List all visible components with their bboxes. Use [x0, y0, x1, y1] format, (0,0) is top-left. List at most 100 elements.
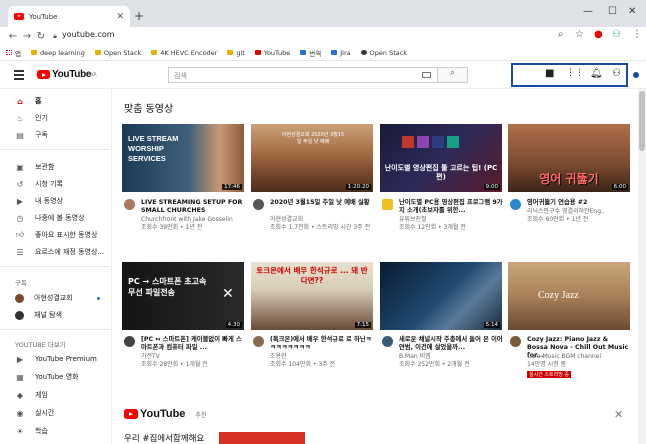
bookmark-jira[interactable]: Jira — [331, 49, 351, 57]
maximize-icon[interactable]: ☐ — [608, 6, 617, 17]
channel-avatar[interactable] — [382, 336, 393, 347]
translate-icon — [300, 50, 307, 55]
scrollbar-thumb[interactable] — [639, 91, 645, 151]
bookmark-git[interactable]: git — [227, 49, 245, 57]
sidebar-item-my-videos[interactable]: ▶ 내 동영상 — [0, 194, 112, 208]
sidebar-item-library[interactable]: ▣ 보관함 — [0, 160, 112, 174]
video-meta: 조회수 12만회 • 3개월 전 — [399, 224, 466, 231]
video-channel[interactable]: 조용한 — [270, 353, 374, 361]
sidebar-item-learning[interactable]: ☀ 학습 — [0, 424, 112, 438]
menu-icon[interactable]: ⋮ — [632, 29, 642, 40]
video-meta: 조회수 39만회 • 1년 전 — [141, 224, 203, 231]
video-channel[interactable]: Cafe Music BGM channel — [527, 353, 631, 361]
video-title[interactable]: 새로운 채널시작 주총에서 들어 온 이어연범, 이건에 살었을까... — [399, 336, 503, 352]
video-title[interactable]: 영어귀뚫기 연습용 #2 — [527, 199, 631, 207]
video-title[interactable]: 난이도별 PC용 영상편집 프로그램 9가지 소개(초보자를 위한... — [399, 199, 503, 215]
notifications-bell-icon[interactable]: 🔔︎ — [590, 68, 603, 79]
video-channel[interactable]: 가전TV — [141, 353, 245, 361]
create-video-icon[interactable]: ■ — [545, 68, 554, 79]
reload-icon[interactable]: ↻ — [34, 31, 48, 42]
promo-thumbnail[interactable] — [219, 432, 305, 444]
movies-icon: ▦ — [16, 372, 24, 382]
page-scrollbar[interactable] — [638, 89, 646, 444]
sidebar-item-watch-later[interactable]: ◷ 나중에 볼 동영상 — [0, 211, 112, 225]
minimize-icon[interactable]: — — [583, 6, 593, 17]
channel-avatar[interactable] — [382, 199, 393, 210]
bookmark-youtube[interactable]: YouTube — [254, 49, 290, 57]
sidebar-item-history[interactable]: ↺ 시청 기록 — [0, 177, 112, 191]
channel-avatar[interactable] — [124, 336, 135, 347]
tab-title: YouTube — [29, 12, 58, 21]
channel-avatar[interactable] — [510, 336, 521, 347]
video-thumbnail[interactable]: 난이도별 영상편집 툴 고르는 팁! (PC편) 9:00 — [380, 124, 502, 192]
channel-avatar[interactable] — [253, 199, 264, 210]
sidebar-item-subscriptions[interactable]: ▤ 구독 — [0, 128, 112, 142]
sidebar-item-browse-channels[interactable]: 채널 탐색 — [0, 308, 112, 322]
sidebar-item-trending[interactable]: ♨ 인기 — [0, 111, 112, 125]
premium-icon: ▶ — [16, 354, 24, 364]
video-meta: 조회수 252만회 • 2개월 전 — [399, 361, 470, 368]
youtube-logo[interactable]: YouTube KR — [37, 69, 97, 80]
bookmark-apps[interactable]: 앱 — [6, 48, 21, 58]
url-input[interactable]: youtube.com — [62, 30, 115, 39]
video-channel[interactable]: Churchfront with Jake Gosselin — [141, 216, 245, 224]
sidebar-item-gaming[interactable]: ◆ 게임 — [0, 388, 112, 402]
new-tab-icon[interactable]: + — [134, 9, 144, 23]
divider — [0, 266, 110, 267]
sidebar-item-channel[interactable]: 아현성결교회 — [0, 291, 112, 305]
close-tab-icon[interactable]: ✕ — [116, 12, 124, 22]
sidebar-item-movies[interactable]: ▦ YouTube 영화 — [0, 370, 112, 384]
apps-grid-icon[interactable]: ⋮⋮ — [566, 68, 584, 78]
dismiss-shelf-icon[interactable]: ✕ — [614, 408, 623, 421]
bookmark-translate[interactable]: 번역 — [300, 48, 321, 58]
back-icon[interactable]: ← — [6, 31, 20, 42]
video-title[interactable]: LIVE STREAMING SETUP FOR SMALL CHURCHES — [141, 199, 245, 215]
annotation-dot — [633, 72, 639, 78]
close-window-icon[interactable]: ✕ — [628, 6, 636, 17]
sidebar-item-live[interactable]: ◉ 실시간 — [0, 406, 112, 420]
channel-avatar[interactable] — [253, 336, 264, 347]
sidebar-item-premium[interactable]: ▶ YouTube Premium — [0, 352, 112, 366]
keyboard-icon[interactable] — [422, 72, 431, 78]
bookmark-deep-learning[interactable]: deep learning — [30, 49, 85, 57]
bookmark-open-stack[interactable]: Open Stack — [94, 49, 141, 57]
video-channel[interactable]: 유튜브친절 — [399, 216, 503, 224]
video-thumbnail[interactable]: 영어 귀뚫기 6:00 — [508, 124, 630, 192]
bookmark-hevc[interactable]: 4K HEVC Encoder — [151, 49, 217, 57]
thumbnail-caption: PC → 스마트폰 초고속 무선 파일전송 — [128, 277, 207, 297]
browser-tab[interactable]: YouTube ✕ — [8, 6, 130, 27]
history-icon: ↺ — [16, 179, 24, 189]
extension-icon[interactable]: ● — [594, 29, 603, 40]
bookmark-open-stack-2[interactable]: Open Stack — [360, 49, 407, 57]
video-channel[interactable]: 아현성결교회 — [270, 216, 374, 224]
video-channel[interactable]: 리닉스안구수 영결리하얀Eng.. — [527, 208, 631, 216]
account-avatar-icon[interactable]: ⚇ — [612, 68, 621, 79]
duration-badge: 5:14 — [483, 322, 500, 328]
star-icon[interactable]: ☆ — [575, 29, 584, 40]
video-thumbnail[interactable]: 아현성결교회 2020년 3월15일 주일 낮 예배 1:20:20 — [251, 124, 373, 192]
video-thumbnail[interactable]: PC → 스마트폰 초고속 무선 파일전송 ✕ 4:30 — [122, 262, 244, 330]
sidebar-item-liked[interactable]: 👍︎ 좋아요 표시한 동영상 — [0, 228, 112, 242]
sidebar-item-home[interactable]: ⌂ 홈 — [0, 94, 112, 108]
video-title[interactable]: (톡크온)에서 배우 한석규로 로 하닌ㅋㅋㅋㅋㅋㅋㅋㅋ — [270, 336, 374, 352]
video-title[interactable]: [PC ↔ 스마트폰] 케이블없이 빠게 스마트폰과 컴퓨터 파일 ... — [141, 336, 245, 352]
channel-avatar[interactable] — [124, 199, 135, 210]
shelf-caption: 우리 #집에서함께해요 — [124, 434, 205, 444]
forward-icon[interactable]: → — [20, 31, 34, 42]
playlist-icon: ☰ — [16, 247, 24, 257]
channel-avatar[interactable] — [510, 199, 521, 210]
search-button[interactable]: ⌕ — [438, 67, 468, 83]
youtube-icon — [254, 50, 261, 55]
video-channel[interactable]: B.Man 비엠 — [399, 353, 503, 361]
video-thumbnail[interactable]: 5:14 — [380, 262, 502, 330]
video-title[interactable]: 2020년 3월15일 주일 낮 예배 실황 — [270, 199, 374, 207]
hamburger-menu-icon[interactable] — [14, 70, 24, 82]
video-thumbnail[interactable]: Cozy Jazz — [508, 262, 630, 330]
search-input[interactable]: 검색 — [168, 67, 438, 83]
video-thumbnail[interactable]: 토크온에서 배우 한석규로 ... 돼 반다면?? 7:15 — [251, 262, 373, 330]
profile-icon[interactable]: ⚇ — [612, 29, 621, 40]
sidebar-item-playlist[interactable]: ☰ 요르스에 재정 동영상... — [0, 245, 112, 259]
video-thumbnail[interactable]: LIVE STREAM WORSHIP SERVICES 17:46 — [122, 124, 244, 192]
search-icon[interactable]: ⌕ — [558, 29, 564, 40]
browse-channels-icon — [15, 310, 24, 320]
